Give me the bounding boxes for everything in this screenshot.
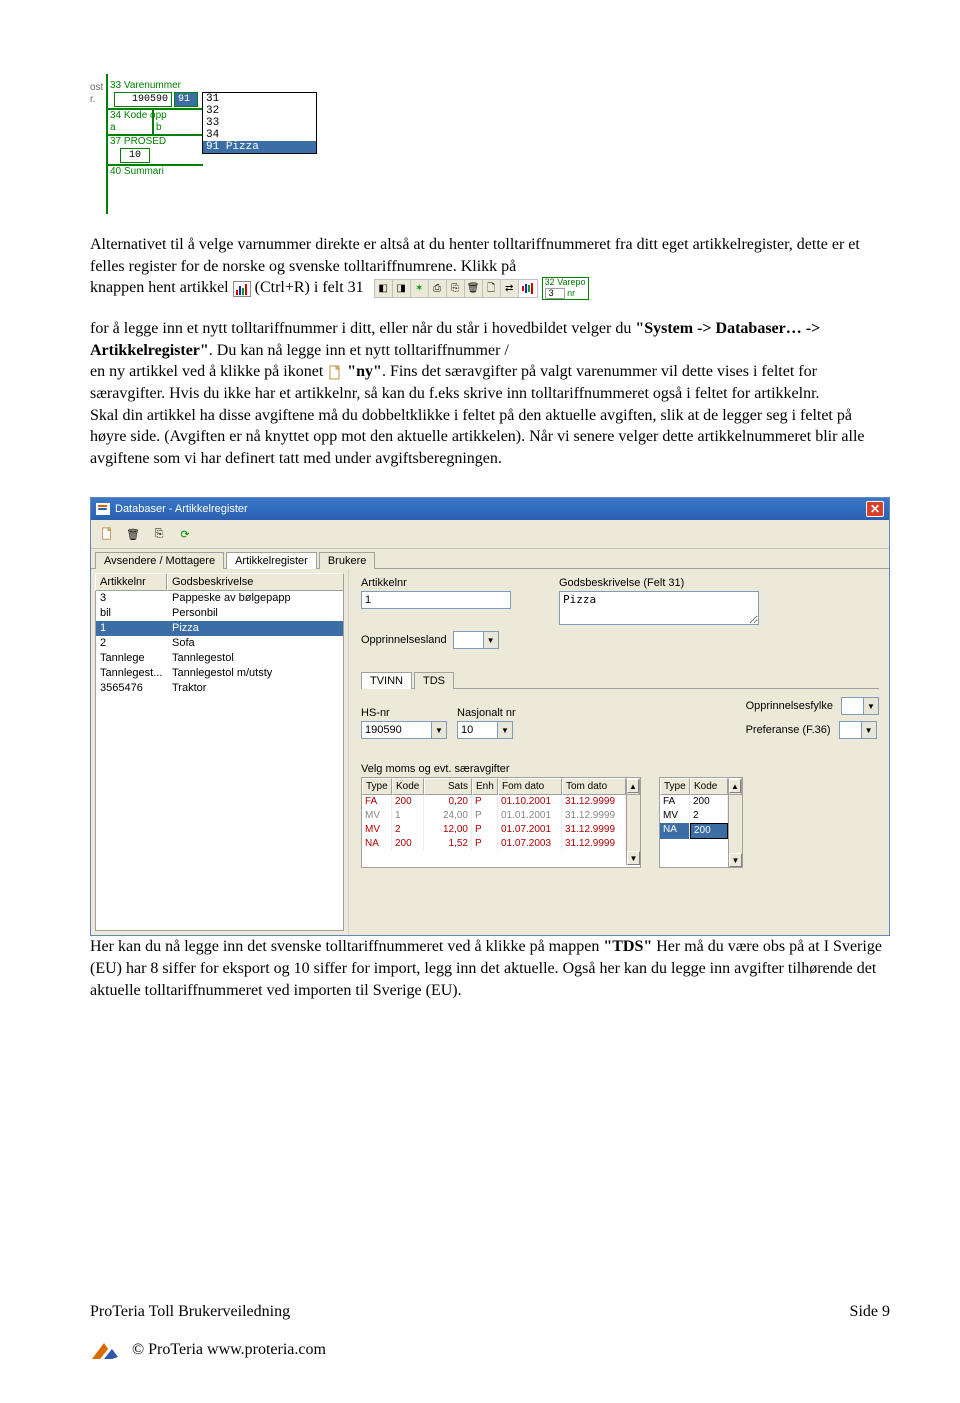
chevron-down-icon: ▼ bbox=[497, 721, 513, 739]
tab-tds[interactable]: TDS bbox=[414, 672, 454, 689]
main-tabs: Avsendere / Mottagere Artikkelregister B… bbox=[91, 549, 889, 568]
new-icon[interactable] bbox=[97, 524, 117, 544]
artikkelregister-window: Databaser - Artikkelregister ✕ 🗑 ⎘ ⟳ Avs… bbox=[90, 497, 890, 936]
list-item: 2Sofa bbox=[96, 636, 343, 651]
table-row[interactable]: NA2001,52P01.07.200331.12.9999 bbox=[362, 837, 626, 851]
icon-generic: ⎘ bbox=[447, 280, 465, 297]
hsnr-field[interactable]: ▼ bbox=[361, 721, 447, 739]
tab-artikkelregister[interactable]: Artikkelregister bbox=[226, 552, 317, 569]
list-item: 3565476Traktor bbox=[96, 681, 343, 696]
list-item: bilPersonbil bbox=[96, 606, 343, 621]
chevron-down-icon: ▼ bbox=[431, 721, 447, 739]
scroll-down-icon[interactable]: ▼ bbox=[627, 851, 640, 865]
varepo-box: 32 Varepo 3 nr bbox=[542, 277, 589, 300]
footer-doc-title: ProTeria Toll Brukerveiledning bbox=[90, 1303, 290, 1321]
toolbar-icons-row: ◧ ◨ ✶ ⎙ ⎘ 🗑 🗋 ⇄ bbox=[374, 279, 538, 298]
label-godsbeskrivelse: Godsbeskrivelse (Felt 31) bbox=[559, 577, 759, 589]
avgifter-table: Type Kode Sats Enh Fom dato Tom dato ▲ bbox=[361, 777, 641, 868]
trash-icon: 🗑 bbox=[465, 280, 483, 297]
table-row[interactable]: MV212,00P01.07.200131.12.9999 bbox=[362, 823, 626, 837]
list-item: TannlegeTannlegestol bbox=[96, 651, 343, 666]
chevron-down-icon: ▼ bbox=[863, 697, 879, 715]
list-item: 1Pizza bbox=[96, 621, 343, 636]
paragraph-1: Alternativet til å velge varnummer direk… bbox=[90, 234, 890, 300]
tab-avsendere[interactable]: Avsendere / Mottagere bbox=[95, 552, 224, 569]
paragraph-2: for å legge inn et nytt tolltariffnummer… bbox=[90, 318, 890, 469]
close-icon[interactable]: ✕ bbox=[866, 501, 884, 517]
refresh-icon[interactable]: ⟳ bbox=[175, 524, 195, 544]
chart-icon bbox=[519, 280, 537, 297]
copy-icon[interactable]: ⎘ bbox=[149, 524, 169, 544]
icon-generic: ⎙ bbox=[429, 280, 447, 297]
window-titlebar: Databaser - Artikkelregister ✕ bbox=[91, 498, 889, 520]
table-row[interactable]: NA200 bbox=[660, 823, 728, 839]
new-document-icon bbox=[327, 365, 343, 381]
opprinnelsesland-field[interactable]: ▼ bbox=[453, 631, 499, 649]
valgte-avgifter-table: Type Kode ▲ FA200 MV2 NA200 bbox=[659, 777, 743, 868]
artikkelnr-field[interactable] bbox=[361, 591, 511, 609]
oppfylke-field[interactable]: ▼ bbox=[841, 697, 879, 715]
new-doc-icon: 🗋 bbox=[483, 280, 501, 297]
app-icon bbox=[96, 503, 110, 515]
icon-generic: ⇄ bbox=[501, 280, 519, 297]
label-preferanse: Preferanse (F.36) bbox=[746, 724, 831, 736]
trash-icon[interactable]: 🗑 bbox=[123, 524, 143, 544]
chevron-down-icon: ▼ bbox=[861, 721, 877, 739]
table-row[interactable]: FA200 bbox=[660, 795, 728, 809]
table-row[interactable]: MV124,00P01.01.200131.12.9999 bbox=[362, 809, 626, 823]
label-oppfylke: Opprinnelsesfylke bbox=[746, 700, 833, 712]
icon-generic: ◨ bbox=[393, 280, 411, 297]
article-form-pane: Artikkelnr Godsbeskrivelse (Felt 31) Opp… bbox=[349, 569, 889, 935]
table-row[interactable]: MV2 bbox=[660, 809, 728, 823]
scroll-up-icon[interactable]: ▲ bbox=[627, 779, 639, 793]
list-item: 3Pappeske av bølgepapp bbox=[96, 591, 343, 606]
tab-brukere[interactable]: Brukere bbox=[319, 552, 376, 569]
tab-tvinn[interactable]: TVINN bbox=[361, 672, 412, 689]
label-moms: Velg moms og evt. særavgifter bbox=[361, 763, 879, 775]
col-godsbeskrivelse[interactable]: Godsbeskrivelse bbox=[167, 573, 344, 591]
paragraph-3: Her kan du nå legge inn det svenske toll… bbox=[90, 936, 890, 1001]
label-nasjonalt: Nasjonalt nr bbox=[457, 707, 516, 719]
list-item: Tannlegest...Tannlegestol m/utsty bbox=[96, 666, 343, 681]
footer-copyright: © ProTeria www.proteria.com bbox=[132, 1341, 326, 1359]
article-list[interactable]: 3Pappeske av bølgepapp bilPersonbil 1Piz… bbox=[95, 591, 344, 931]
label-opprinnelsesland: Opprinnelsesland bbox=[361, 634, 447, 646]
window-toolbar: 🗑 ⎘ ⟳ bbox=[91, 520, 889, 549]
label-hsnr: HS-nr bbox=[361, 707, 447, 719]
nasjonalt-field[interactable]: ▼ bbox=[457, 721, 516, 739]
preferanse-field[interactable]: ▼ bbox=[839, 721, 877, 739]
varenummer-dropdown-screenshot: ost r. 33 Varenummer 190590 91 34 Kode o… bbox=[90, 84, 320, 216]
proteria-logo bbox=[90, 1339, 120, 1361]
section-tabs: TVINN TDS bbox=[361, 671, 879, 688]
window-title: Databaser - Artikkelregister bbox=[115, 503, 248, 515]
scroll-up-icon[interactable]: ▲ bbox=[729, 779, 741, 793]
icon-generic: ◧ bbox=[375, 280, 393, 297]
col-artikkelnr[interactable]: Artikkelnr bbox=[95, 573, 167, 591]
article-list-pane: Artikkelnr Godsbeskrivelse 3Pappeske av … bbox=[91, 569, 349, 935]
footer-page-number: Side 9 bbox=[850, 1303, 890, 1321]
hent-artikkel-icon bbox=[233, 281, 251, 297]
page-footer: ProTeria Toll Brukerveiledning Side 9 © … bbox=[90, 1303, 890, 1361]
chevron-down-icon: ▼ bbox=[483, 631, 499, 649]
runner-icon: ✶ bbox=[411, 280, 429, 297]
scroll-down-icon[interactable]: ▼ bbox=[729, 853, 742, 867]
table-row[interactable]: FA2000,20P01.10.200131.12.9999 bbox=[362, 795, 626, 809]
label-artikkelnr: Artikkelnr bbox=[361, 577, 511, 589]
godsbeskrivelse-field[interactable] bbox=[559, 591, 759, 625]
